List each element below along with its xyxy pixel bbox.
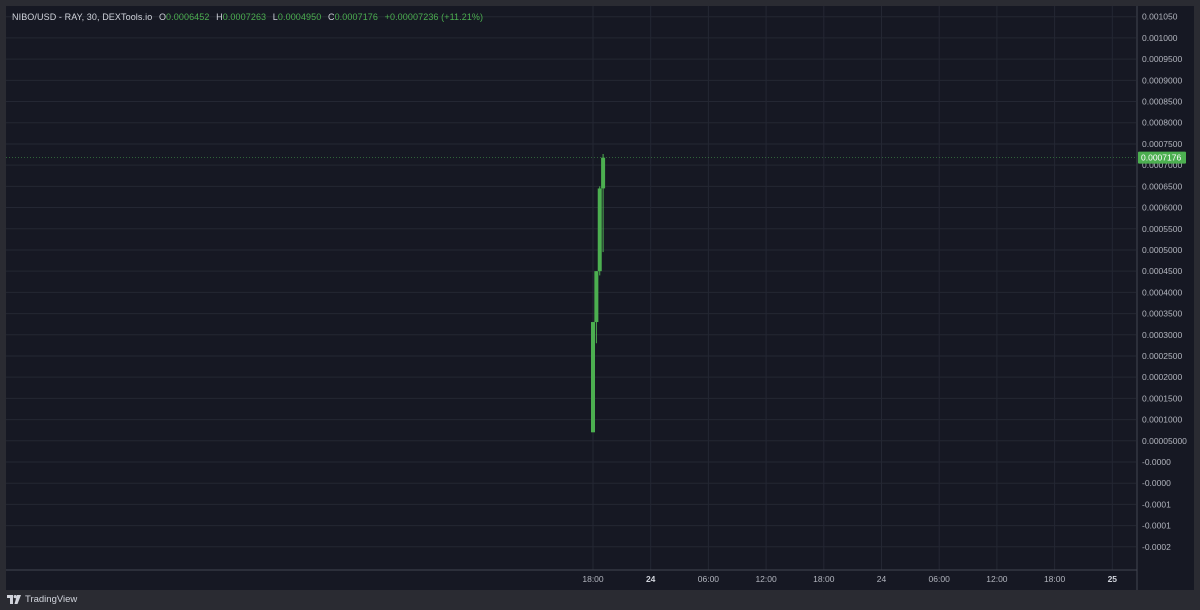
y-tick-label: 0.0003000 (1142, 330, 1182, 340)
y-tick-label: 0.0004500 (1142, 266, 1182, 276)
y-tick-label: 0.0009500 (1142, 54, 1182, 64)
y-tick-label: 0.0009000 (1142, 75, 1182, 85)
y-tick-label: 0.001000 (1142, 33, 1178, 43)
x-tick-label: 06:00 (698, 574, 720, 584)
x-tick-label: 25 (1108, 574, 1118, 584)
tradingview-label: TradingView (25, 594, 78, 605)
x-tick-label: 24 (877, 574, 887, 584)
y-tick-label: 0.0003500 (1142, 309, 1182, 319)
chart-panel[interactable]: 0.001050 0.001000 0.0009500 0.0009000 0.0008… (6, 6, 1194, 590)
y-tick-label: 0.0005000 (1142, 245, 1182, 255)
y-tick-label: -0.0000 (1142, 478, 1171, 488)
candle-body (594, 271, 599, 323)
low-value: 0.0004950 (277, 12, 322, 22)
close-value: 0.0007176 (334, 12, 379, 22)
candle-body (601, 157, 606, 189)
high-value: 0.0007263 (222, 12, 267, 22)
x-tick-label: 18:00 (813, 574, 835, 584)
y-tick-label: -0.0002 (1142, 542, 1171, 552)
y-tick-label: 0.0001000 (1142, 415, 1182, 425)
x-tick-label: 06:00 (929, 574, 951, 584)
x-tick-label: 12:00 (755, 574, 777, 584)
y-tick-label: 0.0001500 (1142, 393, 1182, 403)
y-tick-label: 0.0008500 (1142, 97, 1182, 107)
candle-body (597, 188, 602, 272)
y-tick-label: 0.0005500 (1142, 224, 1182, 234)
y-tick-label: 0.001050 (1142, 12, 1178, 22)
chart-background (6, 6, 1194, 590)
candlestick-chart[interactable]: 0.001050 0.001000 0.0009500 0.0009000 0.0008… (6, 6, 1194, 590)
y-tick-label: 0.0002000 (1142, 372, 1182, 382)
x-tick-label: 18:00 (1044, 574, 1066, 584)
symbol-legend: NIBO/USD - RAY, 30, DEXTools.io O0.00064… (12, 12, 484, 22)
symbol-label: NIBO/USD - RAY, 30, DEXTools.io (12, 12, 153, 22)
y-tick-label: -0.0001 (1142, 521, 1171, 531)
last-price-tag-label: 0.0007176 (1141, 153, 1181, 163)
y-tick-label: 0.00005000 (1142, 436, 1187, 446)
y-tick-label: -0.0001 (1142, 499, 1171, 509)
y-tick-label: 0.0006500 (1142, 181, 1182, 191)
candle-body (591, 322, 595, 433)
footer-bar: TradingView (0, 590, 1200, 610)
y-tick-label: -0.0000 (1142, 457, 1171, 467)
x-tick-label: 18:00 (582, 574, 604, 584)
y-tick-label: 0.0006000 (1142, 203, 1182, 213)
y-tick-label: 0.0008000 (1142, 118, 1182, 128)
y-tick-label: 0.0004000 (1142, 287, 1182, 297)
x-tick-label: 24 (646, 574, 656, 584)
change-value: +0.00007236 (+11.21%) (384, 12, 484, 22)
tradingview-logo[interactable]: TradingView (7, 594, 77, 605)
open-value: 0.0006452 (166, 12, 210, 22)
x-tick-label: 12:00 (986, 574, 1008, 584)
tradingview-icon (7, 595, 21, 604)
y-tick-label: 0.0002500 (1142, 351, 1182, 361)
y-tick-label: 0.0007500 (1142, 139, 1182, 149)
